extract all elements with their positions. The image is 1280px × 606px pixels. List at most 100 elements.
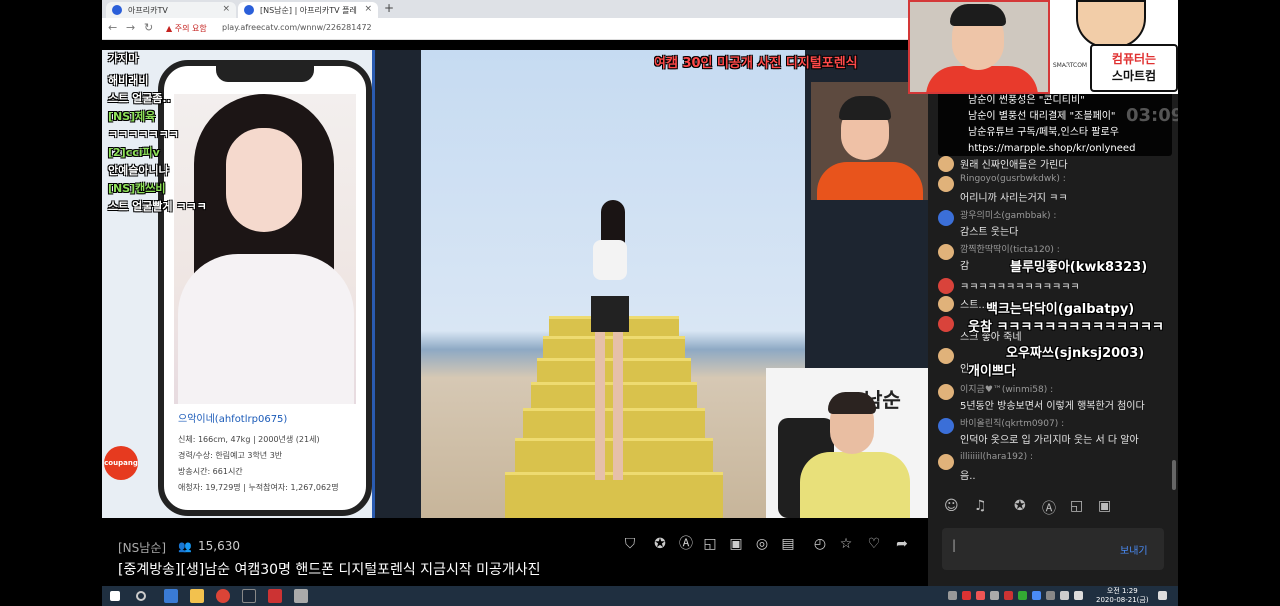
chat-input[interactable]: | 보내기	[942, 528, 1164, 570]
coupang-logo: coupang	[104, 446, 138, 480]
app-icon[interactable]	[268, 589, 282, 603]
stream-title: [중계방송][생]남순 여캠30명 핸드폰 디지털포렌식 지금시작 미공개사진	[118, 562, 541, 578]
timer: 03:09	[1126, 105, 1184, 126]
windows-taskbar: 오전 1:29 2020-08-21(금)	[102, 586, 1178, 606]
viewers-icon: 👥	[178, 540, 192, 553]
cartoon-character	[1076, 0, 1146, 48]
like-icon[interactable]: ♡	[864, 534, 884, 554]
model-shorts	[591, 296, 629, 332]
history-icon[interactable]: ◴	[810, 534, 830, 554]
search-icon[interactable]	[136, 591, 146, 601]
chrome-icon[interactable]	[216, 589, 230, 603]
chat-text: 감스트 웃는다	[960, 227, 1019, 238]
facecam-shirt	[926, 66, 1038, 92]
ad-balloon-icon[interactable]: Ⓐ	[676, 534, 696, 554]
notification-icon[interactable]	[1158, 591, 1167, 600]
tray-icon[interactable]	[1032, 591, 1041, 600]
tab-label: 아프리카TV	[128, 6, 168, 15]
chat-username[interactable]: 광우의미소(gambbak) :	[960, 208, 1056, 221]
new-tab-icon[interactable]: +	[384, 1, 394, 15]
notice-line[interactable]: https://marpple.shop/kr/onlyneed	[968, 141, 1164, 157]
overlay-chat-user: 블루밍좋아(kwk8323)	[1010, 260, 1148, 275]
chat-username[interactable]: 바이올린직(qkrtm0907) :	[960, 416, 1064, 429]
steam-icon[interactable]	[242, 589, 256, 603]
profile-info-line: 신체: 166cm, 47kg | 2000년생 (21세)	[178, 435, 320, 444]
forward-arrow-icon[interactable]: →	[126, 21, 135, 34]
overlay-chat-line: 웃참 ㅋㅋㅋㅋㅋㅋㅋㅋㅋㅋㅋㅋㅋㅋ	[968, 320, 1164, 335]
video-chat-overlay: 가지마 해비래비 스트 얼굴좀.. [NS]제육 ㅋㅋㅋㅋㅋㅋㅋ [2]cci피…	[108, 50, 258, 216]
notice-line: 남순유튜브 구독/페북,인스타 팔로우	[968, 127, 1119, 138]
chat-text: 스트...	[960, 300, 988, 311]
taskbar-clock[interactable]: 오전 1:29 2020-08-21(금)	[1096, 587, 1149, 605]
shield-icon[interactable]: ⛉	[620, 534, 640, 554]
close-tab-icon[interactable]: ×	[364, 4, 372, 14]
chat-username[interactable]: Ringoyo(gusrbwkdwk) :	[960, 174, 1066, 184]
chat-username[interactable]: 이지금♥™(winmi58) :	[960, 382, 1053, 395]
user-avatar-icon	[938, 316, 954, 332]
chevron-left-icon[interactable]: ‹	[1062, 50, 1084, 80]
tray-icon[interactable]	[990, 591, 999, 600]
overlay-chat-line: ㅋㅋㅋㅋㅋㅋㅋ	[108, 128, 179, 141]
tray-icon[interactable]	[1046, 591, 1055, 600]
chat-username[interactable]: illiiiiil(hara192) :	[960, 452, 1033, 462]
profile-name: 으악이네(ahfotlrp0675)	[178, 414, 288, 425]
gift-icon[interactable]: ▣	[1098, 498, 1111, 514]
windows-start-icon[interactable]	[110, 591, 120, 601]
network-icon[interactable]	[1074, 591, 1083, 600]
quickview-icon[interactable]: ◎	[752, 534, 772, 554]
star-balloon-icon[interactable]: ✪	[1014, 498, 1026, 514]
tray-icon[interactable]	[1018, 591, 1027, 600]
chat-text: 어리니까 사리는거지 ㅋㅋ	[960, 193, 1068, 204]
favorite-star-icon[interactable]: ☆	[836, 534, 856, 554]
model-figure	[587, 200, 633, 500]
tab-label: [NS남순] | 아프리카TV 플레	[260, 6, 357, 15]
chat-text: 음..	[960, 471, 976, 482]
overlay-chat-line: 스트 얼굴좀..	[108, 92, 171, 105]
caption-banner: 여캠 30인 미공개 사진 디지털포렌식	[654, 56, 858, 71]
chat-scrollbar[interactable]	[1172, 460, 1176, 490]
file-explorer-icon[interactable]	[190, 589, 204, 603]
overlay-chat-line: 안예슬아니냐	[108, 164, 169, 177]
chat-text: 5년동안 방송보면서 이렇게 행복한거 첨이다	[960, 401, 1145, 412]
user-avatar-icon	[938, 348, 954, 364]
chat-username[interactable]: 깜찍한딱딱이(ticta120) :	[960, 242, 1060, 255]
clock-time: 오전 1:29	[1106, 587, 1138, 595]
broadcaster-name[interactable]: [NS남순]	[118, 539, 166, 556]
overlay-chat-user: [NS]제육	[108, 110, 156, 123]
send-button[interactable]: 보내기	[1120, 542, 1148, 557]
tray-icon[interactable]	[976, 591, 985, 600]
edge-icon[interactable]	[164, 589, 178, 603]
tab-afreecatv[interactable]: 아프리카TV ×	[106, 2, 236, 18]
star-balloon-icon[interactable]: ✪	[650, 534, 670, 554]
close-tab-icon[interactable]: ×	[222, 4, 230, 14]
tray-icon[interactable]	[948, 591, 957, 600]
app-icon[interactable]	[294, 589, 308, 603]
video-player[interactable]: 으악이네(ahfotlrp0675) 신체: 166cm, 47kg | 200…	[102, 50, 928, 518]
back-arrow-icon[interactable]: ←	[108, 21, 117, 34]
sponsor-sign: 컴퓨터는 스마트컴	[1090, 44, 1178, 92]
reload-icon[interactable]: ↻	[144, 21, 153, 34]
tab-ns-stream[interactable]: [NS남순] | 아프리카TV 플레 ×	[238, 2, 378, 18]
clip-icon[interactable]: ▤	[778, 534, 798, 554]
user-avatar-icon	[938, 156, 954, 172]
tray-icon[interactable]	[962, 591, 971, 600]
overlay-chat-line: 스트 얼굴빨게 ㅋㅋㅋ	[108, 200, 207, 213]
sponsor-line: 스마트컴	[1111, 69, 1157, 83]
sticker-icon[interactable]: ◱	[1070, 498, 1083, 514]
chat-text: 감	[960, 261, 970, 272]
security-warning[interactable]: ▲ 주의 요함	[166, 23, 207, 34]
emoji-icon[interactable]: ☺	[944, 498, 959, 514]
sticker-icon[interactable]: ◱	[700, 534, 720, 554]
ad-balloon-icon[interactable]: Ⓐ	[1042, 498, 1056, 518]
security-warning-label: 주의 요함	[174, 24, 207, 33]
bell-icon[interactable]: ♫	[974, 498, 987, 514]
user-avatar-icon	[938, 210, 954, 226]
chat-toolbar: ☺ ♫ ✪ Ⓐ ◱ ▣	[938, 498, 1168, 518]
sponsor-line: 컴퓨터는	[1111, 52, 1157, 66]
volume-icon[interactable]	[1060, 591, 1069, 600]
share-icon[interactable]: ➦	[892, 534, 912, 554]
url-field[interactable]: play.afreecatv.com/wnnw/226281472	[222, 23, 372, 32]
tray-icon[interactable]	[1004, 591, 1013, 600]
gift-icon[interactable]: ▣	[726, 534, 746, 554]
guest-webcam	[811, 82, 928, 200]
